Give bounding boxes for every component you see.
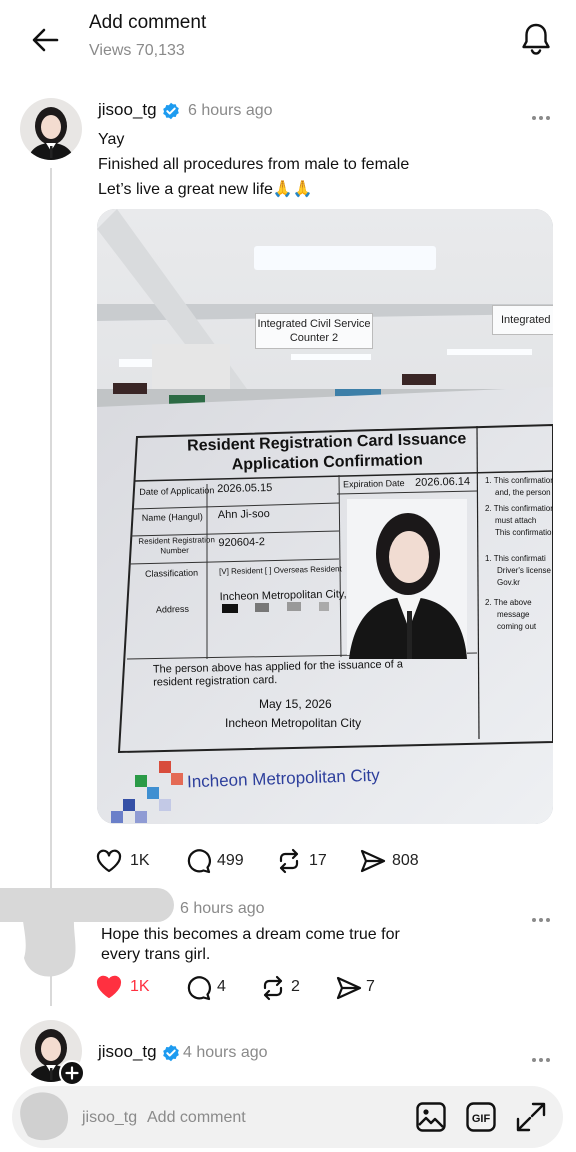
- share-count[interactable]: 808: [392, 852, 419, 870]
- post-line: Let’s live a great new life🙏🙏: [98, 181, 313, 198]
- avatar[interactable]: [20, 98, 82, 160]
- reply-line: every trans girl.: [101, 946, 211, 963]
- photo-sign-2: Integrated: [492, 305, 553, 335]
- composer-more-options-icon[interactable]: [532, 1049, 553, 1067]
- photo-sign-1: Integrated Civil Service Counter 2: [255, 313, 373, 349]
- comment-count[interactable]: 499: [217, 852, 244, 870]
- doc-issue-date: May 15, 2026: [259, 697, 332, 711]
- doc-side-notes: 1. This confirmation and, the person 2. …: [485, 476, 553, 631]
- thread-line: [50, 168, 52, 1006]
- svg-text:GIF: GIF: [472, 1113, 491, 1125]
- comment-icon[interactable]: [186, 848, 212, 874]
- reply-line: Hope this becomes a dream come true for: [101, 926, 400, 943]
- reply-time: 6 hours ago: [180, 900, 265, 917]
- reply-text: Hope this becomes a dream come true for …: [101, 925, 400, 965]
- like-icon[interactable]: [96, 849, 122, 873]
- more-options-icon[interactable]: [532, 107, 553, 125]
- post-photo[interactable]: Integrated Civil Service Counter 2 Integ…: [97, 209, 553, 824]
- doc-rrn-value: 920604-2: [218, 536, 266, 550]
- post-text: Yay Finished all procedures from male to…: [98, 127, 409, 202]
- share-icon[interactable]: [360, 849, 386, 873]
- gif-icon[interactable]: GIF: [465, 1101, 497, 1133]
- reply-comment-icon[interactable]: [186, 975, 212, 1001]
- reply-share-count[interactable]: 7: [366, 978, 375, 996]
- input-avatar: [18, 1092, 70, 1142]
- doc-addr-label: Address: [155, 603, 190, 615]
- reply-like-count[interactable]: 1K: [130, 978, 150, 996]
- post-line: Yay: [98, 131, 125, 148]
- reply-share-icon[interactable]: [336, 976, 362, 1000]
- composer-username[interactable]: jisoo_tg: [98, 1042, 157, 1062]
- input-username: jisoo_tg: [82, 1109, 138, 1126]
- post-line: Finished all procedures from male to fem…: [98, 156, 410, 173]
- post-time: 6 hours ago: [188, 102, 273, 119]
- reply-more-options-icon[interactable]: [532, 909, 553, 927]
- page-title: Add comment: [89, 12, 207, 33]
- add-follow-icon[interactable]: [59, 1060, 85, 1086]
- username[interactable]: jisoo_tg: [98, 100, 157, 120]
- reply-repost-icon[interactable]: [260, 975, 286, 1001]
- reply-repost-count[interactable]: 2: [291, 978, 300, 996]
- doc-class-label: Classification: [144, 567, 199, 579]
- doc-statement: The person above has applied for the iss…: [152, 658, 404, 689]
- doc-title: Resident Registration Card Issuance Appl…: [186, 430, 467, 474]
- image-icon[interactable]: [415, 1101, 447, 1133]
- doc-name-value: Ahn Ji-soo: [217, 507, 270, 522]
- reply-like-icon[interactable]: [96, 975, 122, 999]
- doc-rrn-label: Resident Registration Number: [138, 535, 215, 556]
- comment-input-placeholder[interactable]: Add comment: [147, 1109, 246, 1127]
- composer-verified-badge-icon: [162, 1044, 180, 1062]
- repost-count[interactable]: 17: [309, 852, 327, 870]
- composer-time: 4 hours ago: [183, 1044, 268, 1061]
- reply-comment-count[interactable]: 4: [217, 978, 226, 996]
- doc-exp-label: Expiration Date: [342, 478, 405, 490]
- doc-date-value: 2026.05.15: [217, 481, 273, 496]
- expand-icon[interactable]: [515, 1101, 547, 1133]
- blurred-username[interactable]: [0, 888, 174, 922]
- back-arrow-icon[interactable]: [30, 26, 60, 54]
- repost-icon[interactable]: [276, 848, 302, 874]
- doc-date-label: Date of Application: [139, 485, 215, 497]
- doc-issuer: Incheon Metropolitan City: [225, 716, 362, 730]
- doc-name-label: Name (Hangul): [141, 511, 203, 523]
- views-count: Views 70,133: [89, 42, 185, 59]
- bell-icon[interactable]: [520, 22, 552, 56]
- doc-exp-value: 2026.06.14: [414, 475, 471, 489]
- verified-badge-icon: [162, 102, 180, 120]
- like-count[interactable]: 1K: [130, 852, 150, 870]
